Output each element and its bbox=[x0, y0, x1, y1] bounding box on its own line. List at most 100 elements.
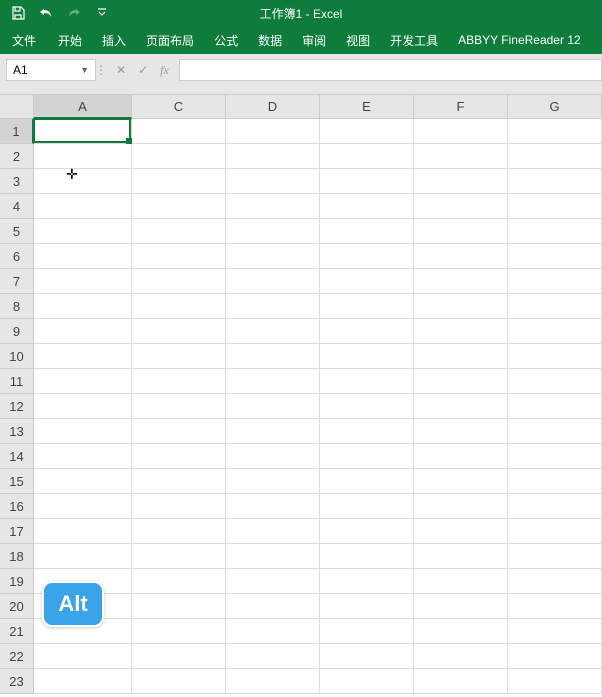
row-header[interactable]: 6 bbox=[0, 244, 34, 269]
cell[interactable] bbox=[414, 619, 508, 644]
cell[interactable] bbox=[226, 244, 320, 269]
cell[interactable] bbox=[132, 269, 226, 294]
cell[interactable] bbox=[320, 544, 414, 569]
cell[interactable] bbox=[414, 544, 508, 569]
cell[interactable] bbox=[414, 669, 508, 694]
cell[interactable] bbox=[226, 469, 320, 494]
tab-data[interactable]: 数据 bbox=[248, 26, 292, 55]
cell[interactable] bbox=[226, 119, 320, 144]
cell[interactable] bbox=[320, 594, 414, 619]
cell[interactable] bbox=[34, 194, 132, 219]
row-header[interactable]: 15 bbox=[0, 469, 34, 494]
cell[interactable] bbox=[132, 419, 226, 444]
cell[interactable] bbox=[508, 344, 602, 369]
cell[interactable] bbox=[226, 369, 320, 394]
cell[interactable] bbox=[34, 294, 132, 319]
cell[interactable] bbox=[34, 269, 132, 294]
row-header[interactable]: 5 bbox=[0, 219, 34, 244]
cell[interactable] bbox=[226, 519, 320, 544]
formula-input[interactable] bbox=[179, 59, 602, 81]
cell[interactable] bbox=[320, 619, 414, 644]
cell[interactable] bbox=[132, 244, 226, 269]
cell[interactable] bbox=[34, 119, 132, 144]
row-header[interactable]: 8 bbox=[0, 294, 34, 319]
tab-view[interactable]: 视图 bbox=[336, 26, 380, 55]
cell[interactable] bbox=[414, 144, 508, 169]
cell[interactable] bbox=[34, 344, 132, 369]
cell[interactable] bbox=[508, 269, 602, 294]
cell[interactable] bbox=[508, 319, 602, 344]
cell[interactable] bbox=[320, 419, 414, 444]
cell[interactable] bbox=[320, 369, 414, 394]
cell[interactable] bbox=[414, 494, 508, 519]
cell[interactable] bbox=[414, 519, 508, 544]
name-box[interactable]: A1 ▼ bbox=[6, 59, 96, 81]
cell[interactable] bbox=[414, 444, 508, 469]
cell[interactable] bbox=[508, 619, 602, 644]
cell[interactable] bbox=[34, 169, 132, 194]
cell[interactable] bbox=[226, 544, 320, 569]
cell[interactable] bbox=[132, 619, 226, 644]
cell[interactable] bbox=[414, 394, 508, 419]
cell[interactable] bbox=[132, 394, 226, 419]
cell[interactable] bbox=[226, 494, 320, 519]
cell[interactable] bbox=[226, 619, 320, 644]
tab-file[interactable]: 文件 bbox=[0, 26, 48, 55]
cell[interactable] bbox=[132, 519, 226, 544]
cell[interactable] bbox=[414, 194, 508, 219]
cell[interactable] bbox=[132, 669, 226, 694]
row-header[interactable]: 21 bbox=[0, 619, 34, 644]
cell[interactable] bbox=[132, 344, 226, 369]
cell[interactable] bbox=[320, 469, 414, 494]
tab-insert[interactable]: 插入 bbox=[92, 26, 136, 55]
cell[interactable] bbox=[508, 219, 602, 244]
cell[interactable] bbox=[320, 394, 414, 419]
cell[interactable] bbox=[132, 194, 226, 219]
cell[interactable] bbox=[414, 294, 508, 319]
cell[interactable] bbox=[226, 394, 320, 419]
cell[interactable] bbox=[34, 444, 132, 469]
cell[interactable] bbox=[226, 294, 320, 319]
cell[interactable] bbox=[226, 669, 320, 694]
cell[interactable] bbox=[508, 594, 602, 619]
row-header[interactable]: 11 bbox=[0, 369, 34, 394]
cell[interactable] bbox=[132, 294, 226, 319]
name-box-dropdown-icon[interactable]: ▼ bbox=[80, 65, 89, 75]
column-header[interactable]: A bbox=[34, 95, 132, 119]
cell[interactable] bbox=[132, 369, 226, 394]
cell[interactable] bbox=[132, 319, 226, 344]
cell[interactable] bbox=[508, 469, 602, 494]
cell[interactable] bbox=[508, 544, 602, 569]
cell[interactable] bbox=[132, 144, 226, 169]
cell[interactable] bbox=[320, 669, 414, 694]
cell[interactable] bbox=[34, 544, 132, 569]
cell[interactable] bbox=[508, 194, 602, 219]
row-header[interactable]: 14 bbox=[0, 444, 34, 469]
tab-formulas[interactable]: 公式 bbox=[204, 26, 248, 55]
column-header[interactable]: D bbox=[226, 95, 320, 119]
cell[interactable] bbox=[34, 319, 132, 344]
cell[interactable] bbox=[320, 644, 414, 669]
cell[interactable] bbox=[226, 594, 320, 619]
row-header[interactable]: 17 bbox=[0, 519, 34, 544]
cell[interactable] bbox=[34, 219, 132, 244]
cell[interactable] bbox=[34, 644, 132, 669]
cell[interactable] bbox=[508, 144, 602, 169]
cell[interactable] bbox=[226, 269, 320, 294]
row-header[interactable]: 1 bbox=[0, 119, 34, 144]
cell[interactable] bbox=[320, 294, 414, 319]
cell[interactable] bbox=[414, 119, 508, 144]
cell[interactable] bbox=[414, 644, 508, 669]
cell[interactable] bbox=[508, 244, 602, 269]
cell[interactable] bbox=[226, 644, 320, 669]
cell[interactable] bbox=[320, 444, 414, 469]
cell[interactable] bbox=[320, 119, 414, 144]
tab-home[interactable]: 开始 bbox=[48, 26, 92, 55]
cell[interactable] bbox=[508, 294, 602, 319]
row-header[interactable]: 19 bbox=[0, 569, 34, 594]
cell[interactable] bbox=[414, 594, 508, 619]
cell[interactable] bbox=[508, 369, 602, 394]
cell[interactable] bbox=[508, 119, 602, 144]
row-header[interactable]: 18 bbox=[0, 544, 34, 569]
cell[interactable] bbox=[508, 394, 602, 419]
